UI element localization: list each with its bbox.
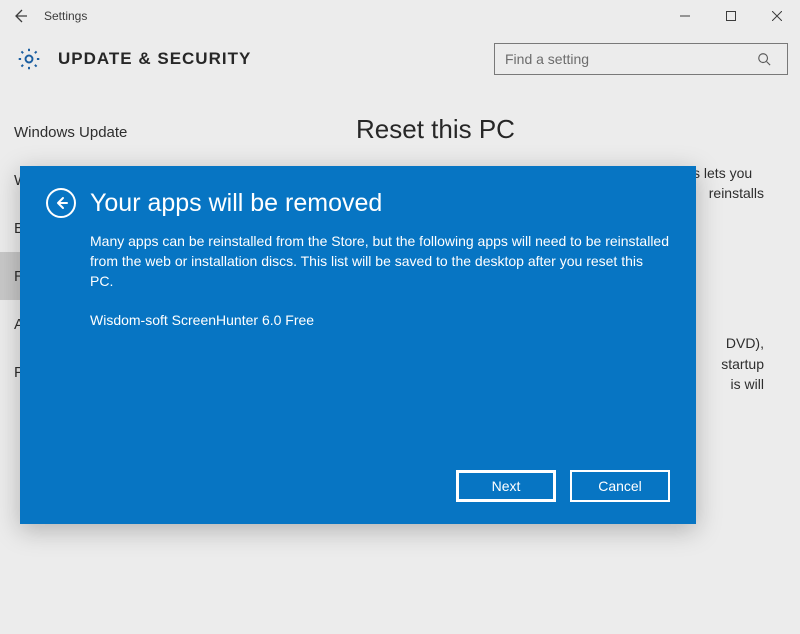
gear-icon [12, 42, 46, 76]
dialog-app-item: Wisdom-soft ScreenHunter 6.0 Free [90, 312, 670, 328]
dialog-body: Many apps can be reinstalled from the St… [90, 232, 670, 292]
dialog-header: Your apps will be removed [46, 188, 670, 218]
hero-row: UPDATE & SECURITY Find a setting [0, 32, 800, 90]
sidebar-item-windows-update[interactable]: Windows Update [0, 108, 320, 156]
close-icon [772, 11, 782, 21]
dialog-back-button[interactable] [46, 188, 76, 218]
button-label: Next [492, 478, 521, 494]
minimize-icon [680, 11, 690, 21]
back-button[interactable] [0, 0, 40, 32]
close-button[interactable] [754, 0, 800, 32]
cancel-button[interactable]: Cancel [570, 470, 670, 502]
button-label: Cancel [598, 478, 642, 494]
sidebar-item-label: Windows Update [14, 124, 127, 141]
dialog-title: Your apps will be removed [90, 189, 382, 218]
search-placeholder: Find a setting [495, 51, 757, 67]
minimize-button[interactable] [662, 0, 708, 32]
app-title: Settings [40, 9, 87, 23]
arrow-left-icon [12, 8, 28, 24]
dialog-button-row: Next Cancel [456, 470, 670, 502]
maximize-button[interactable] [708, 0, 754, 32]
arrow-left-icon [53, 195, 69, 211]
next-button[interactable]: Next [456, 470, 556, 502]
window-controls [662, 0, 800, 32]
hero-title: UPDATE & SECURITY [58, 49, 251, 69]
page-title: Reset this PC [356, 114, 764, 145]
reset-apps-dialog: Your apps will be removed Many apps can … [20, 166, 696, 524]
maximize-icon [726, 11, 736, 21]
search-input[interactable]: Find a setting [494, 43, 788, 75]
titlebar: Settings [0, 0, 800, 32]
search-icon [757, 52, 787, 66]
